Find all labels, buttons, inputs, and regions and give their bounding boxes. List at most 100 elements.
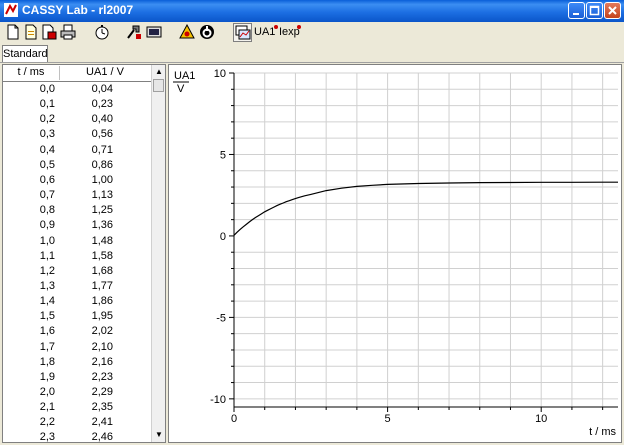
table-row[interactable]: 0,2 0,40 xyxy=(3,112,151,127)
cell-voltage: 0,86 xyxy=(91,158,113,171)
cell-time: 1,2 xyxy=(39,264,55,277)
x-tick-label: 0 xyxy=(231,413,237,425)
display-button[interactable] xyxy=(146,24,163,41)
table-chart-button[interactable] xyxy=(233,23,252,42)
x-tick-label: 10 xyxy=(535,413,547,425)
cell-voltage: 0,40 xyxy=(91,113,113,126)
table-row[interactable]: 1,8 2,16 xyxy=(3,355,151,370)
cell-time: 1,6 xyxy=(39,325,55,338)
cell-time: 0,2 xyxy=(39,113,55,126)
table-row[interactable]: 2,0 2,29 xyxy=(3,385,151,400)
cell-time: 0,6 xyxy=(39,173,55,186)
tab-strip: Standard xyxy=(0,44,624,63)
cell-time: 0,7 xyxy=(39,189,55,202)
title-bar: CASSY Lab - rl2007 xyxy=(0,0,624,22)
cell-voltage: 2,29 xyxy=(91,386,113,398)
iexp-icon xyxy=(297,25,301,29)
ua1-button[interactable]: UA1 xyxy=(254,26,275,38)
table-row[interactable]: 0,7 1,13 xyxy=(3,188,151,203)
cell-voltage: 0,04 xyxy=(91,83,113,95)
settings-button[interactable] xyxy=(126,24,143,41)
minimize-button[interactable] xyxy=(568,2,585,19)
cell-time: 1,9 xyxy=(39,370,55,383)
table-row[interactable]: 2,1 2,35 xyxy=(3,400,151,415)
tab-standard[interactable]: Standard xyxy=(2,45,48,62)
table-row[interactable]: 1,0 1,48 xyxy=(3,234,151,249)
cell-time: 0,8 xyxy=(39,204,55,217)
cell-voltage: 2,23 xyxy=(91,370,113,383)
cell-voltage: 2,16 xyxy=(91,355,113,368)
maximize-icon xyxy=(589,5,600,16)
table-row[interactable]: 2,3 2,46 xyxy=(3,430,151,443)
save-file-button[interactable] xyxy=(41,24,58,41)
cell-voltage: 1,77 xyxy=(91,279,113,292)
open-file-button[interactable] xyxy=(23,24,40,41)
table-row[interactable]: 0,5 0,86 xyxy=(3,158,151,173)
table-row[interactable]: 0,6 1,00 xyxy=(3,173,151,188)
cell-voltage: 1,86 xyxy=(91,295,113,308)
x-tick-label: 5 xyxy=(385,413,391,425)
cell-time: 1,8 xyxy=(39,355,55,368)
y-tick-label: -5 xyxy=(216,312,226,324)
table-scrollbar[interactable]: ▲ ▼ xyxy=(151,65,165,442)
y-axis-unit: V xyxy=(177,83,185,95)
cell-time: 0,3 xyxy=(39,128,55,141)
close-icon xyxy=(608,6,617,15)
maximize-button[interactable] xyxy=(586,2,603,19)
cell-voltage: 2,41 xyxy=(91,416,113,429)
table-row[interactable]: 1,6 2,02 xyxy=(3,324,151,339)
column-header-voltage[interactable]: UA1 / V xyxy=(60,66,150,78)
new-file-icon xyxy=(7,24,19,40)
cell-voltage: 1,48 xyxy=(91,234,113,247)
scroll-down-icon[interactable]: ▼ xyxy=(155,431,163,439)
table-row[interactable]: 1,1 1,58 xyxy=(3,249,151,264)
table-row[interactable]: 1,2 1,68 xyxy=(3,264,151,279)
scroll-up-icon[interactable]: ▲ xyxy=(155,68,163,76)
stopwatch-icon xyxy=(95,25,109,40)
table-row[interactable]: 0,9 1,36 xyxy=(3,218,151,233)
measure-button[interactable] xyxy=(179,24,196,41)
cell-time: 0,5 xyxy=(39,158,55,171)
table-row[interactable]: 1,7 2,10 xyxy=(3,340,151,355)
measure-icon xyxy=(179,24,195,39)
table-row[interactable]: 2,2 2,41 xyxy=(3,415,151,430)
cell-time: 1,1 xyxy=(39,249,55,262)
cell-time: 1,4 xyxy=(39,295,55,308)
y-tick-label: 0 xyxy=(220,231,226,243)
settings-icon xyxy=(127,25,141,39)
cell-time: 0,0 xyxy=(39,83,55,95)
cell-voltage: 1,00 xyxy=(91,173,113,186)
y-tick-label: -10 xyxy=(210,394,226,406)
toolbar: UA1 Iexp xyxy=(0,22,624,44)
chart: 0 5 10 10 5 0 -5 -10 UA1Vt / ms xyxy=(173,68,618,438)
cell-voltage: 1,13 xyxy=(91,189,113,202)
clear-button[interactable] xyxy=(199,24,216,41)
table-row[interactable]: 0,0 0,04 xyxy=(3,82,151,97)
table-header: t / ms UA1 / V xyxy=(3,65,151,82)
cell-voltage: 0,56 xyxy=(91,128,113,141)
scroll-thumb[interactable] xyxy=(153,79,164,92)
cell-time: 1,0 xyxy=(39,234,55,247)
close-button[interactable] xyxy=(604,2,621,19)
cell-voltage: 0,71 xyxy=(91,143,113,156)
table-row[interactable]: 0,4 0,71 xyxy=(3,143,151,158)
table-row[interactable]: 1,5 1,95 xyxy=(3,309,151,324)
table-row[interactable]: 0,8 1,25 xyxy=(3,203,151,218)
data-table: t / ms UA1 / V 0,0 0,04 0,1 0,23 0,2 0,40 0,3 0… xyxy=(2,64,166,443)
column-header-time[interactable]: t / ms xyxy=(3,66,60,80)
open-file-icon xyxy=(25,24,37,40)
table-row[interactable]: 1,4 1,86 xyxy=(3,294,151,309)
cell-voltage: 1,58 xyxy=(91,249,113,262)
table-row[interactable]: 1,3 1,77 xyxy=(3,279,151,294)
cell-time: 0,9 xyxy=(39,219,55,232)
table-row[interactable]: 0,3 0,56 xyxy=(3,127,151,142)
cell-voltage: 2,35 xyxy=(91,401,113,414)
print-button[interactable] xyxy=(60,24,77,41)
new-file-button[interactable] xyxy=(5,24,22,41)
table-row[interactable]: 0,1 0,23 xyxy=(3,97,151,112)
cell-voltage: 2,46 xyxy=(91,431,113,443)
table-row[interactable]: 1,9 2,23 xyxy=(3,370,151,385)
chart-panel: 0 5 10 10 5 0 -5 -10 UA1 Vt / ms xyxy=(168,64,622,443)
clear-icon xyxy=(200,25,214,39)
stopwatch-button[interactable] xyxy=(94,24,111,41)
